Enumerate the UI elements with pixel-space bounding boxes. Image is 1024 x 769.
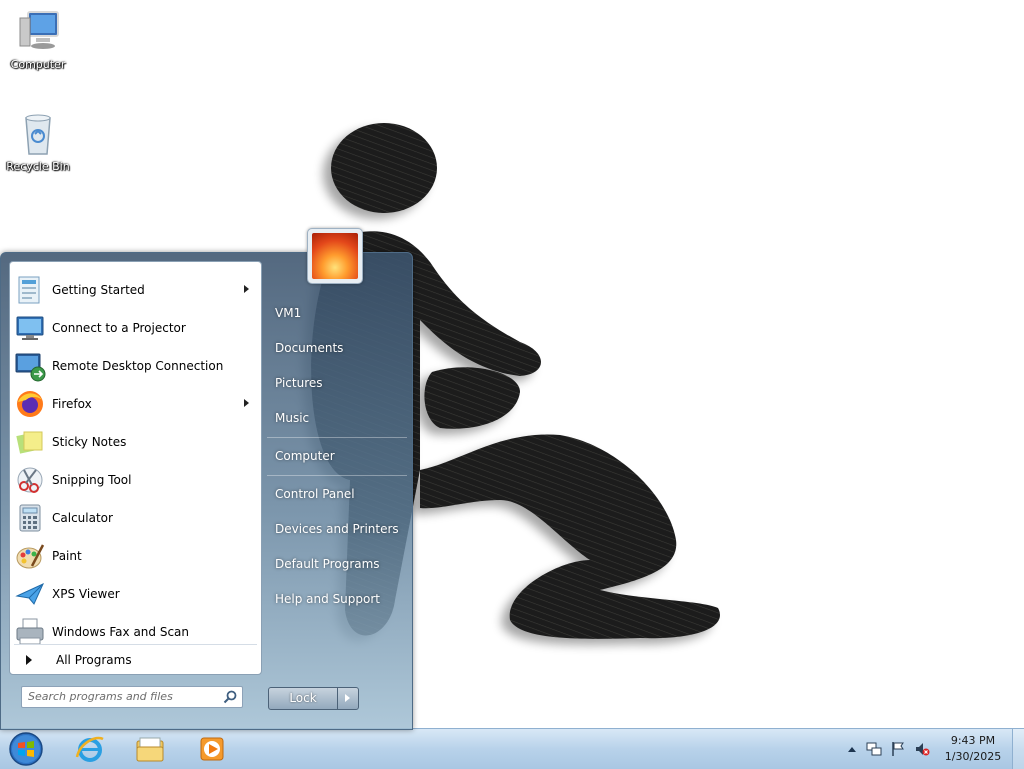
firefox-icon: [17, 391, 43, 417]
program-label: Sticky Notes: [52, 435, 127, 449]
search-icon[interactable]: [222, 689, 238, 705]
user-account-picture[interactable]: [307, 228, 363, 284]
program-sticky-notes[interactable]: Sticky Notes: [10, 423, 261, 461]
program-label: Calculator: [52, 511, 113, 525]
taskbar-file-explorer[interactable]: [124, 731, 176, 767]
taskbar-media-player[interactable]: [186, 731, 238, 767]
start-menu: Getting Started Connect to a Projector R…: [0, 252, 413, 730]
show-desktop-button[interactable]: [1012, 729, 1024, 769]
getting-started-icon: [18, 276, 40, 304]
snipping-tool-icon: [17, 467, 43, 493]
right-item-label: Pictures: [275, 376, 323, 390]
right-item-label: Control Panel: [275, 487, 355, 501]
shutdown-options-button[interactable]: [337, 687, 359, 710]
right-item-control-panel[interactable]: Control Panel: [263, 479, 407, 509]
flower-picture-icon: [312, 233, 358, 279]
desktop-icon-label: Computer: [10, 58, 66, 71]
lock-button[interactable]: Lock: [268, 687, 338, 710]
file-explorer-icon: [136, 737, 164, 762]
program-label: XPS Viewer: [52, 587, 120, 601]
right-item-label: Documents: [275, 341, 344, 355]
program-fax-and-scan[interactable]: Windows Fax and Scan: [10, 613, 261, 651]
program-calculator[interactable]: Calculator: [10, 499, 261, 537]
right-item-user-folder[interactable]: VM1: [263, 298, 407, 328]
right-item-devices-printers[interactable]: Devices and Printers: [263, 514, 407, 544]
expand-arrow-icon: [26, 655, 32, 665]
right-pane-divider: [267, 475, 407, 476]
right-item-documents[interactable]: Documents: [263, 333, 407, 363]
sticky-notes-icon: [16, 431, 43, 454]
right-item-label: Help and Support: [275, 592, 380, 606]
right-item-pictures[interactable]: Pictures: [263, 368, 407, 398]
recycle-bin-icon: [14, 110, 62, 158]
right-item-label: Computer: [275, 449, 335, 463]
right-item-label: Music: [275, 411, 310, 425]
program-label: Snipping Tool: [52, 473, 132, 487]
desktop-icon-recycle-bin[interactable]: Recycle Bin: [0, 110, 76, 173]
all-programs-button[interactable]: All Programs: [10, 648, 261, 672]
start-search-box[interactable]: [21, 686, 243, 708]
desktop-icon-computer[interactable]: Computer: [0, 8, 76, 71]
taskbar-internet-explorer[interactable]: [64, 731, 116, 767]
right-item-computer[interactable]: Computer: [263, 441, 407, 471]
program-xps-viewer[interactable]: XPS Viewer: [10, 575, 261, 613]
program-firefox[interactable]: Firefox: [10, 385, 261, 423]
chevron-right-icon: [345, 694, 350, 702]
program-label: Paint: [52, 549, 82, 563]
show-hidden-icons-icon[interactable]: [844, 741, 860, 757]
program-label: Connect to a Projector: [52, 321, 186, 335]
programs-divider: [14, 644, 257, 645]
search-input[interactable]: [22, 687, 218, 705]
right-item-help-support[interactable]: Help and Support: [263, 584, 407, 614]
xps-viewer-icon: [15, 582, 45, 605]
program-label: Firefox: [52, 397, 92, 411]
program-label: Remote Desktop Connection: [52, 359, 224, 373]
right-item-label: Default Programs: [275, 557, 380, 571]
right-item-default-programs[interactable]: Default Programs: [263, 549, 407, 579]
calculator-icon: [19, 504, 41, 532]
taskbar: 9:43 PM 1/30/2025: [0, 728, 1024, 769]
program-snipping-tool[interactable]: Snipping Tool: [10, 461, 261, 499]
right-item-label: VM1: [275, 306, 302, 320]
desktop-icon-label: Recycle Bin: [6, 160, 70, 173]
remote-desktop-icon: [15, 353, 46, 382]
all-programs-label: All Programs: [56, 653, 132, 667]
system-clock[interactable]: 9:43 PM 1/30/2025: [940, 733, 1006, 765]
start-menu-programs-pane: Getting Started Connect to a Projector R…: [9, 261, 262, 675]
program-remote-desktop[interactable]: Remote Desktop Connection: [10, 347, 261, 385]
action-center-flag-icon[interactable]: [890, 741, 906, 757]
program-label: Windows Fax and Scan: [52, 625, 190, 639]
clock-time: 9:43 PM: [950, 734, 996, 747]
media-player-icon: [200, 737, 224, 761]
paint-icon: [16, 544, 45, 569]
projector-icon: [16, 316, 44, 340]
submenu-arrow-icon[interactable]: [244, 399, 249, 407]
program-connect-to-projector[interactable]: Connect to a Projector: [10, 309, 261, 347]
network-icon[interactable]: [866, 741, 882, 757]
program-label: Getting Started: [52, 283, 145, 297]
right-item-label: Devices and Printers: [275, 522, 399, 536]
program-getting-started[interactable]: Getting Started: [10, 271, 261, 309]
program-paint[interactable]: Paint: [10, 537, 261, 575]
internet-explorer-icon: [75, 736, 104, 762]
clock-date: 1/30/2025: [944, 750, 1002, 763]
right-item-music[interactable]: Music: [263, 403, 407, 433]
right-pane-divider: [267, 437, 407, 438]
submenu-arrow-icon[interactable]: [244, 285, 249, 293]
start-button[interactable]: [6, 731, 46, 767]
computer-icon: [14, 8, 62, 56]
volume-muted-icon[interactable]: [914, 741, 930, 757]
